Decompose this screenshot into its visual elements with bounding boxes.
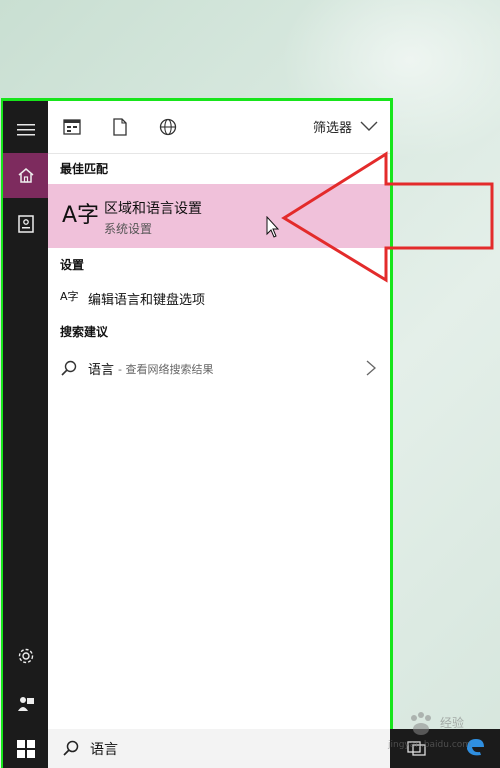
section-settings: 设置 [60,258,85,272]
search-query-text[interactable]: 语言 [90,739,118,759]
search-icon [61,360,77,376]
settings-result-label: 编辑语言和键盘选项 [88,293,206,308]
desktop: 筛选器 最佳匹配 A字 区域和语言设置 系统设置 设置 A字 编辑语言和键盘选项… [0,0,500,768]
section-search-suggestions: 搜索建议 [60,325,109,339]
search-suggestion-item[interactable]: 语言 - 查看网络搜索结果 [48,353,390,383]
best-match-title: 区域和语言设置 [104,201,202,217]
chevron-right-icon[interactable] [364,359,378,377]
web-filter-button[interactable] [157,116,179,138]
feedback-button[interactable] [3,681,48,726]
paw-logo-icon [411,712,431,735]
gear-icon [18,648,33,663]
language-keyboard-icon: A字 [60,290,79,303]
section-best-match: 最佳匹配 [60,162,109,176]
mouse-cursor-icon [266,216,280,238]
windows-logo-icon [16,739,35,758]
feedback-icon [17,696,34,711]
suggestion-term: 语言 [88,363,115,378]
search-icon [63,740,79,756]
home-icon [18,167,33,183]
settings-button[interactable] [3,633,48,678]
document-icon [113,118,127,136]
hamburger-menu-button[interactable] [3,107,48,152]
taskbar-search-box[interactable]: 语言 [48,729,390,768]
region-language-icon: A字 [62,203,100,228]
watermark-domain: jingyan.baidu.com [388,740,472,750]
notebook-icon [17,214,34,233]
start-button[interactable] [3,729,48,768]
suggestion-hint: - 查看网络搜索结果 [118,363,214,376]
filter-dropdown-label[interactable]: 筛选器 [313,117,352,136]
documents-filter-button[interactable] [109,116,131,138]
annotation-arrow [281,151,494,283]
globe-icon [159,118,177,136]
chevron-down-icon[interactable] [360,119,378,133]
results-topbar: 筛选器 [48,101,390,154]
baidu-watermark: 经验 jingyan.baidu.com [384,712,494,762]
best-match-subtitle: 系统设置 [104,222,153,236]
home-button[interactable] [3,153,48,198]
notebook-button[interactable] [3,201,48,246]
hamburger-icon [16,123,35,135]
apps-icon [63,119,81,135]
watermark-brand: 经验 [440,716,465,730]
apps-filter-button[interactable] [61,116,83,138]
start-left-rail [3,101,48,729]
